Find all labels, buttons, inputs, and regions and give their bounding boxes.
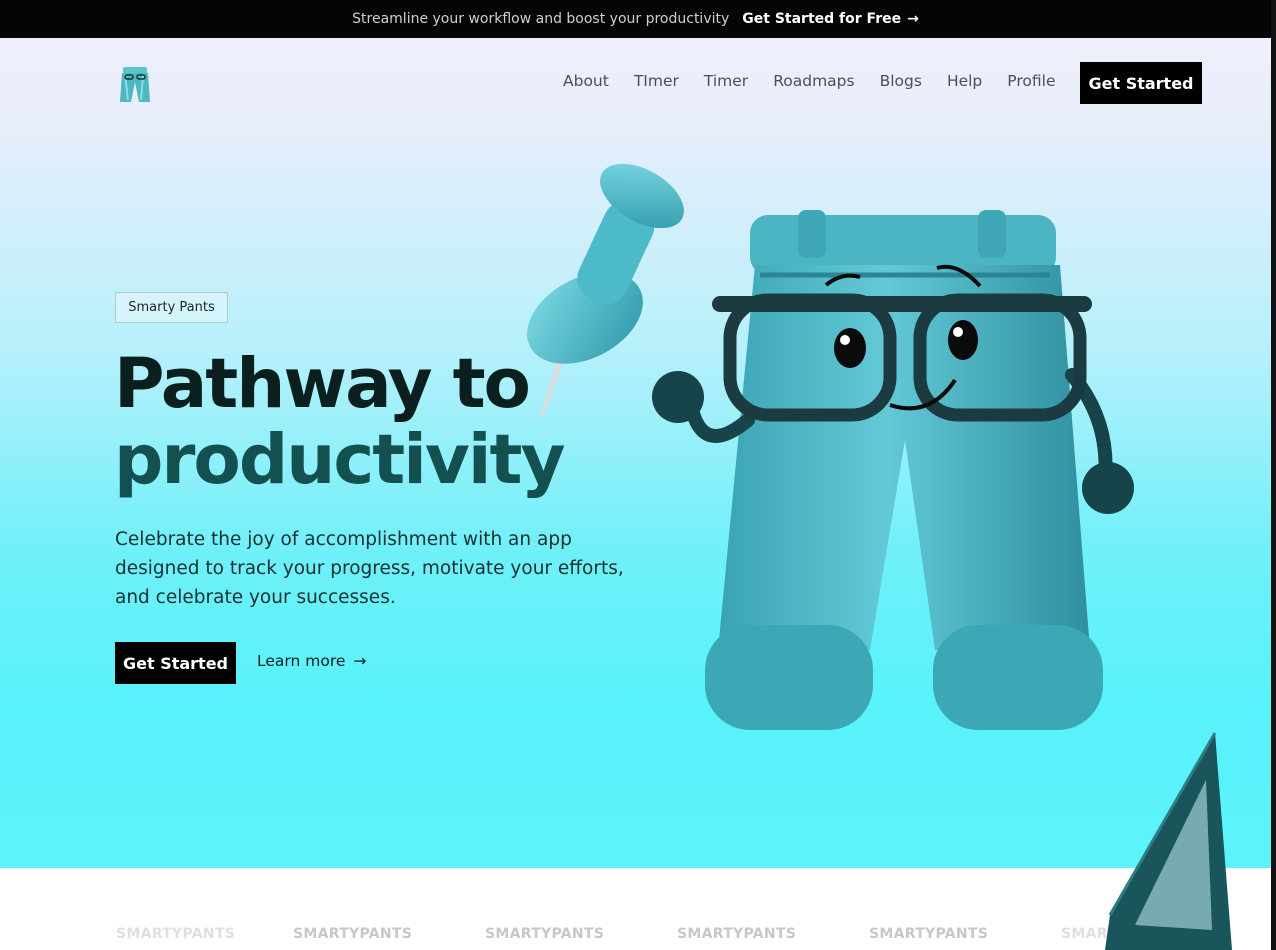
- marquee-word: SMARTYPANTS: [677, 926, 797, 942]
- main-nav: About TImer Timer Roadmaps Blogs Help Pr…: [563, 72, 1055, 90]
- marquee-word: SMARTYPANTS: [1061, 926, 1181, 942]
- learn-more-link[interactable]: Learn more →: [257, 652, 366, 670]
- pants-logo-icon[interactable]: [116, 64, 154, 104]
- nav-item-timer-1[interactable]: TImer: [634, 72, 679, 90]
- arrow-right-icon: →: [353, 652, 367, 670]
- announcement-text: Streamline your workflow and boost your …: [352, 11, 730, 27]
- learn-more-label: Learn more: [257, 652, 346, 670]
- nav-item-about[interactable]: About: [563, 72, 609, 90]
- announcement-cta-link[interactable]: Get Started for Free →: [742, 11, 919, 27]
- marquee-word: SMARTYPANTS: [293, 926, 413, 942]
- marquee-word: SMARTYPANTS: [869, 926, 989, 942]
- brand-marquee: SMARTYPANTS SMARTYPANTS SMARTYPANTS SMAR…: [0, 868, 1271, 950]
- hero-get-started-button[interactable]: Get Started: [115, 642, 236, 684]
- hero-title: Pathway to productivity: [114, 344, 565, 500]
- nav-item-profile[interactable]: Profile: [1007, 72, 1055, 90]
- nav-get-started-button[interactable]: Get Started: [1080, 62, 1202, 104]
- hero-description: Celebrate the joy of accomplishment with…: [115, 529, 624, 608]
- marquee-word: SMARTYPANTS: [116, 926, 236, 942]
- nav-item-roadmaps[interactable]: Roadmaps: [773, 72, 854, 90]
- nav-item-blogs[interactable]: Blogs: [880, 72, 922, 90]
- hero-title-line1: Pathway to: [114, 344, 531, 424]
- marquee-word: SMARTYPANTS: [485, 926, 605, 942]
- announcement-bar: Streamline your workflow and boost your …: [0, 0, 1271, 38]
- hero-title-line2: productivity: [114, 420, 565, 500]
- arrow-right-icon: →: [907, 11, 919, 27]
- announcement-cta-label: Get Started for Free: [742, 11, 902, 27]
- window-edge: [1271, 0, 1276, 950]
- hero-badge: Smarty Pants: [115, 292, 228, 323]
- nav-item-timer-2[interactable]: Timer: [704, 72, 748, 90]
- nav-item-help[interactable]: Help: [947, 72, 982, 90]
